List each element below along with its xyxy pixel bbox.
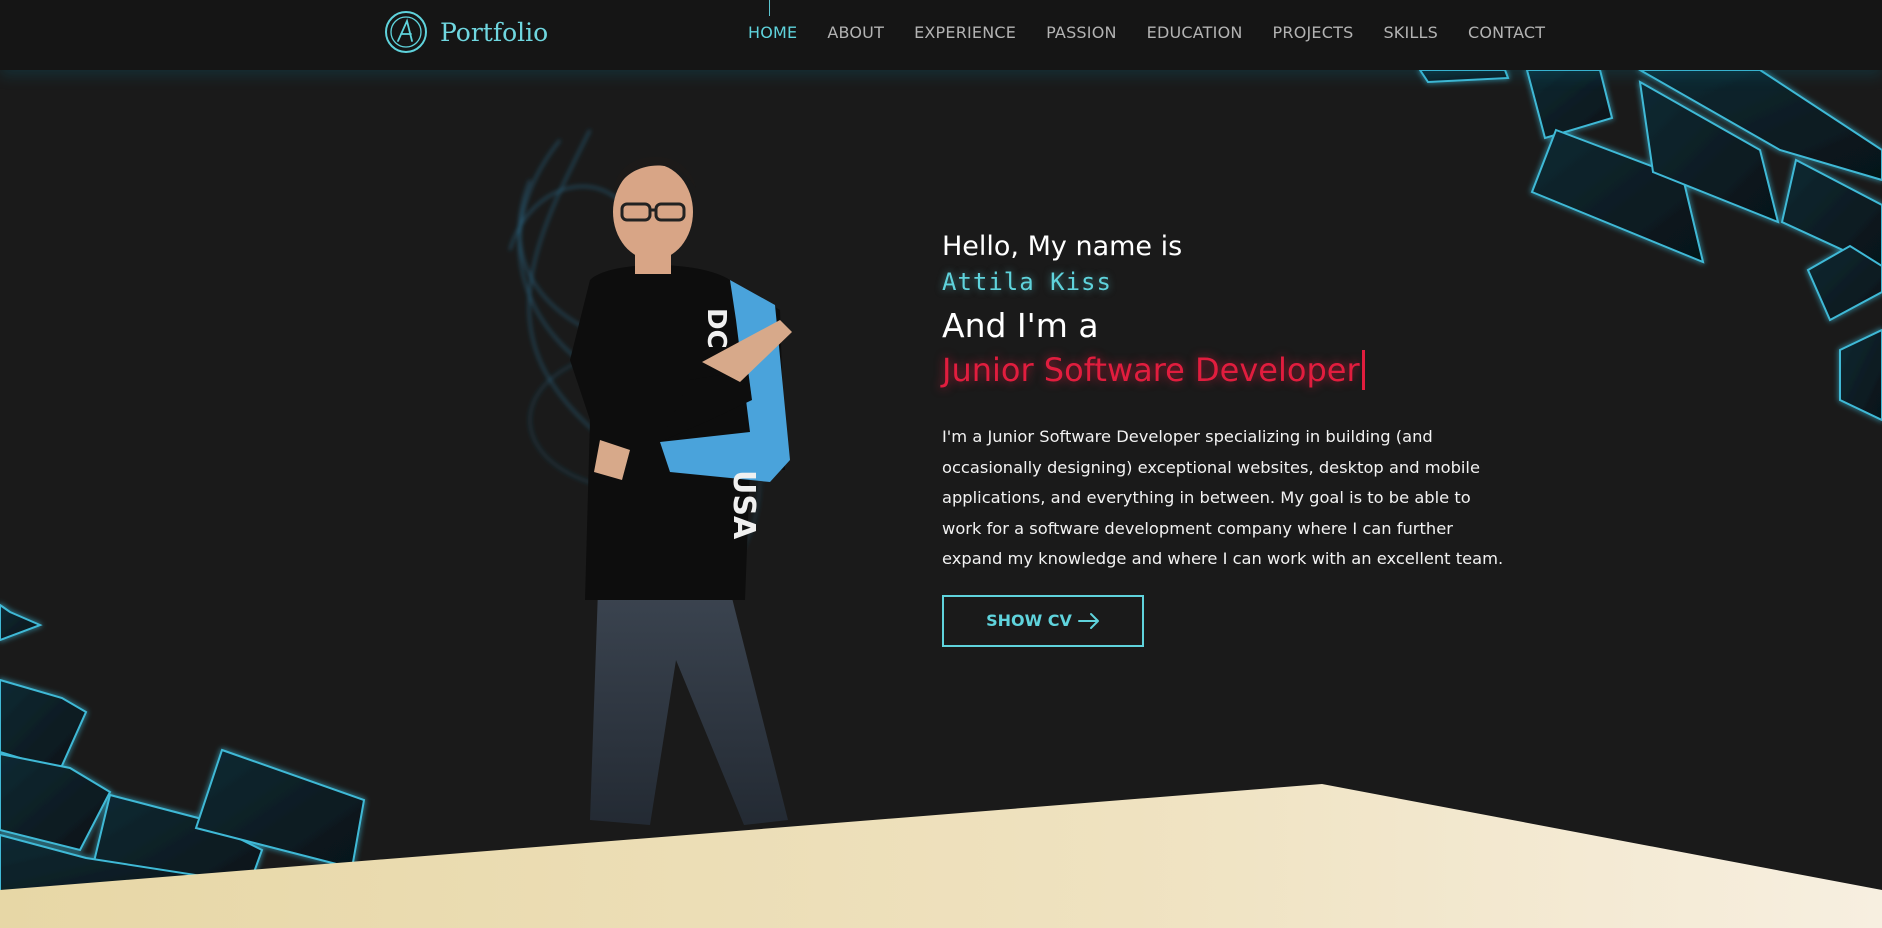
nav-link-passion[interactable]: PASSION	[1046, 23, 1117, 42]
profile-photo: DC USA	[509, 129, 792, 825]
arrow-right-icon	[1077, 612, 1099, 629]
nav-link-projects[interactable]: PROJECTS	[1273, 23, 1354, 42]
nav-accent-line	[769, 0, 770, 16]
greeting-text: Hello, My name is	[942, 231, 1183, 262]
name-text: Attila Kiss	[942, 268, 1112, 296]
nav-link-skills[interactable]: SKILLS	[1383, 23, 1438, 42]
svg-text:DC: DC	[701, 308, 731, 349]
show-cv-label: SHOW CV	[986, 611, 1072, 630]
role-text: Junior Software Developer	[942, 351, 1360, 389]
nav-link-home[interactable]: HOME	[748, 23, 797, 42]
bottom-band	[0, 784, 1882, 928]
bio-paragraph: I'm a Junior Software Developer speciali…	[942, 427, 1504, 568]
show-cv-button[interactable]: SHOW CV	[942, 594, 1144, 647]
decorative-blocks	[0, 69, 1882, 902]
nav-links: HOME ABOUT EXPERIENCE PASSION EDUCATION …	[748, 23, 1545, 42]
role-line: Junior Software Developer	[942, 348, 1365, 392]
nav-link-about[interactable]: ABOUT	[827, 23, 884, 42]
nav-link-contact[interactable]: CONTACT	[1468, 23, 1545, 42]
logo[interactable]: Portfolio	[384, 10, 548, 54]
hero-section: Hello, My name is Attila Kiss And I'm a …	[942, 228, 1512, 647]
svg-text:USA: USA	[726, 470, 761, 540]
intro-text: And I'm a	[942, 306, 1099, 345]
nav-link-experience[interactable]: EXPERIENCE	[914, 23, 1016, 42]
nav-link-education[interactable]: EDUCATION	[1147, 23, 1243, 42]
top-navbar: Portfolio HOME ABOUT EXPERIENCE PASSION …	[0, 0, 1882, 70]
typing-caret	[1361, 350, 1365, 390]
monogram-a-icon	[385, 11, 427, 53]
logo-text: Portfolio	[440, 17, 549, 47]
